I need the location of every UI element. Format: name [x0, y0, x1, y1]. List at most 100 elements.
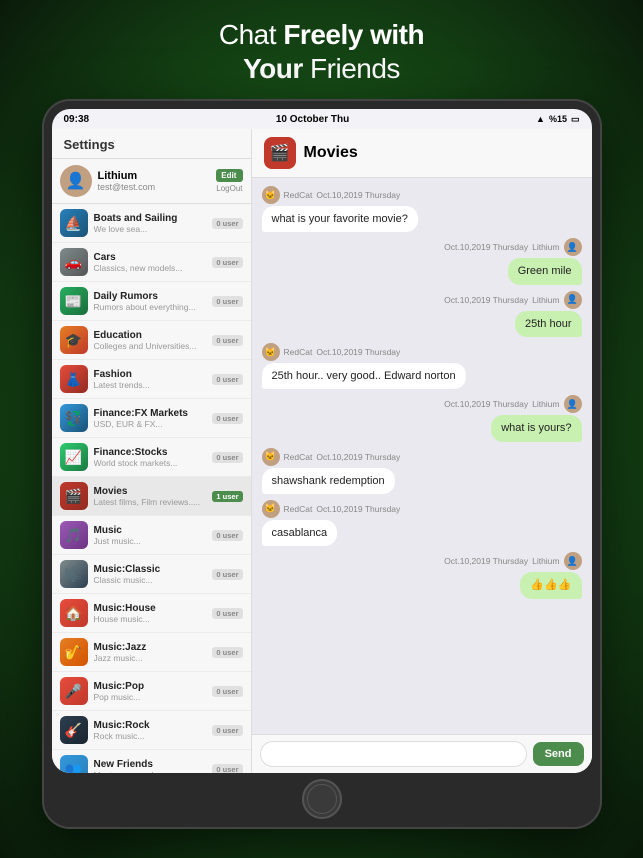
message-input[interactable]	[260, 741, 527, 767]
user-badge: 0 user	[212, 608, 242, 619]
channel-item[interactable]: 🏠 Music:House House music... 0 user	[52, 594, 251, 633]
profile-row[interactable]: 👤 Lithium test@test.com Edit LogOut	[52, 159, 251, 204]
channel-item[interactable]: 🚗 Cars Classics, new models... 0 user	[52, 243, 251, 282]
channel-text: Music:Pop Pop music...	[94, 681, 207, 702]
channel-text: Music:Classic Classic music...	[94, 564, 207, 585]
msg-time: Oct.10,2019 Thursday	[444, 556, 528, 566]
channel-sub: We love sea...	[94, 224, 207, 234]
channel-item[interactable]: 📰 Daily Rumors Rumors about everything..…	[52, 282, 251, 321]
msg-bubble: what is your favorite movie?	[262, 206, 418, 232]
channel-item[interactable]: ⛵ Boats and Sailing We love sea... 0 use…	[52, 204, 251, 243]
msg-bubble: 👍👍👍	[520, 572, 581, 598]
message-row: Oct.10,2019 Thursday Lithium 👤 what is y…	[262, 395, 582, 441]
user-badge: 0 user	[212, 296, 242, 307]
channel-icon: ⛵	[60, 209, 88, 237]
home-button[interactable]	[302, 779, 342, 819]
user-badge: 0 user	[212, 374, 242, 385]
user-badge: 0 user	[212, 647, 242, 658]
msg-bubble: Green mile	[508, 258, 582, 284]
msg-meta: Oct.10,2019 Thursday Lithium 👤	[444, 238, 581, 256]
msg-meta: Oct.10,2019 Thursday Lithium 👤	[444, 552, 581, 570]
status-date: 10 October Thu	[276, 114, 349, 125]
msg-meta: 🐱 RedCat Oct.10,2019 Thursday	[262, 448, 401, 466]
channel-icon: 📰	[60, 287, 88, 315]
channel-item[interactable]: 🎵 Music Just music... 0 user	[52, 516, 251, 555]
channel-item[interactable]: 🎓 Education Colleges and Universities...…	[52, 321, 251, 360]
channel-item[interactable]: 🎷 Music:Jazz Jazz music... 0 user	[52, 633, 251, 672]
channel-sub: Meet new people...	[94, 770, 207, 774]
channel-sub: Rock music...	[94, 731, 207, 741]
hero-title: Chat Freely with Your Friends	[219, 18, 424, 85]
channel-item[interactable]: 🎸 Music:Rock Rock music... 0 user	[52, 711, 251, 750]
channel-item[interactable]: 🎬 Movies Latest films, Film reviews.....…	[52, 477, 251, 516]
msg-sender: Lithium	[532, 295, 559, 305]
channel-item[interactable]: 🎼 Music:Classic Classic music... 0 user	[52, 555, 251, 594]
msg-time: Oct.10,2019 Thursday	[444, 242, 528, 252]
message-row: Oct.10,2019 Thursday Lithium 👤 👍👍👍	[262, 552, 582, 598]
msg-bubble: casablanca	[262, 520, 338, 546]
channel-icon: 🎼	[60, 560, 88, 588]
message-row: Oct.10,2019 Thursday Lithium 👤 25th hour	[262, 291, 582, 337]
channel-sub: Latest films, Film reviews.....	[94, 497, 207, 507]
channel-icon: 🎵	[60, 521, 88, 549]
channel-name: Fashion	[94, 369, 207, 380]
msg-sender: RedCat	[284, 504, 313, 514]
home-button-inner	[307, 784, 337, 814]
msg-bubble: what is yours?	[491, 415, 581, 441]
channel-sub: Colleges and Universities...	[94, 341, 207, 351]
msg-meta: Oct.10,2019 Thursday Lithium 👤	[444, 291, 581, 309]
user-badge: 0 user	[212, 764, 242, 774]
chat-channel-icon: 🎬	[264, 137, 296, 169]
user-badge: 0 user	[212, 725, 242, 736]
channel-item[interactable]: 💱 Finance:FX Markets USD, EUR & FX... 0 …	[52, 399, 251, 438]
user-badge: 0 user	[212, 686, 242, 697]
msg-avatar: 👤	[564, 291, 582, 309]
channel-item[interactable]: 🎤 Music:Pop Pop music... 0 user	[52, 672, 251, 711]
channel-icon: 🚗	[60, 248, 88, 276]
msg-sender: RedCat	[284, 190, 313, 200]
send-button[interactable]: Send	[533, 742, 584, 766]
msg-time: Oct.10,2019 Thursday	[316, 452, 400, 462]
channel-icon: 👥	[60, 755, 88, 773]
chat-panel: 🎬 Movies 🐱 RedCat Oct.10,2019 Thursday w…	[252, 129, 592, 773]
logout-button[interactable]: LogOut	[216, 184, 242, 193]
chat-channel-title: Movies	[304, 144, 358, 162]
msg-time: Oct.10,2019 Thursday	[444, 399, 528, 409]
edit-button[interactable]: Edit	[216, 169, 242, 182]
battery-icon: ▭	[571, 114, 580, 125]
message-row: 🐱 RedCat Oct.10,2019 Thursday 25th hour.…	[262, 343, 582, 389]
profile-info: Lithium test@test.com	[98, 170, 211, 192]
msg-sender: Lithium	[532, 556, 559, 566]
msg-avatar: 🐱	[262, 448, 280, 466]
hero-line1: Chat	[219, 19, 283, 50]
channel-text: Music Just music...	[94, 525, 207, 546]
channel-text: Fashion Latest trends...	[94, 369, 207, 390]
msg-time: Oct.10,2019 Thursday	[316, 190, 400, 200]
channel-icon: 🎬	[60, 482, 88, 510]
msg-avatar: 🐱	[262, 343, 280, 361]
channel-item[interactable]: 📈 Finance:Stocks World stock markets... …	[52, 438, 251, 477]
msg-avatar: 🐱	[262, 500, 280, 518]
msg-meta: 🐱 RedCat Oct.10,2019 Thursday	[262, 500, 401, 518]
channel-name: Finance:Stocks	[94, 447, 207, 458]
channel-name: New Friends	[94, 759, 207, 770]
sidebar-header: Settings	[52, 129, 251, 159]
channel-item[interactable]: 👗 Fashion Latest trends... 0 user	[52, 360, 251, 399]
avatar: 👤	[60, 165, 92, 197]
channel-text: Daily Rumors Rumors about everything...	[94, 291, 207, 312]
channel-list: ⛵ Boats and Sailing We love sea... 0 use…	[52, 204, 251, 773]
profile-buttons: Edit LogOut	[216, 169, 242, 193]
channel-icon: 🎤	[60, 677, 88, 705]
msg-sender: Lithium	[532, 242, 559, 252]
channel-icon: 👗	[60, 365, 88, 393]
chat-input-area: Send	[252, 734, 592, 773]
msg-time: Oct.10,2019 Thursday	[316, 504, 400, 514]
user-badge: 1 user	[212, 491, 242, 502]
channel-name: Music	[94, 525, 207, 536]
channel-text: Music:Jazz Jazz music...	[94, 642, 207, 663]
msg-avatar: 👤	[564, 238, 582, 256]
channel-text: New Friends Meet new people...	[94, 759, 207, 774]
profile-name: Lithium	[98, 170, 211, 182]
ipad-screen: Settings 👤 Lithium test@test.com Edit Lo…	[52, 129, 592, 773]
channel-item[interactable]: 👥 New Friends Meet new people... 0 user	[52, 750, 251, 773]
